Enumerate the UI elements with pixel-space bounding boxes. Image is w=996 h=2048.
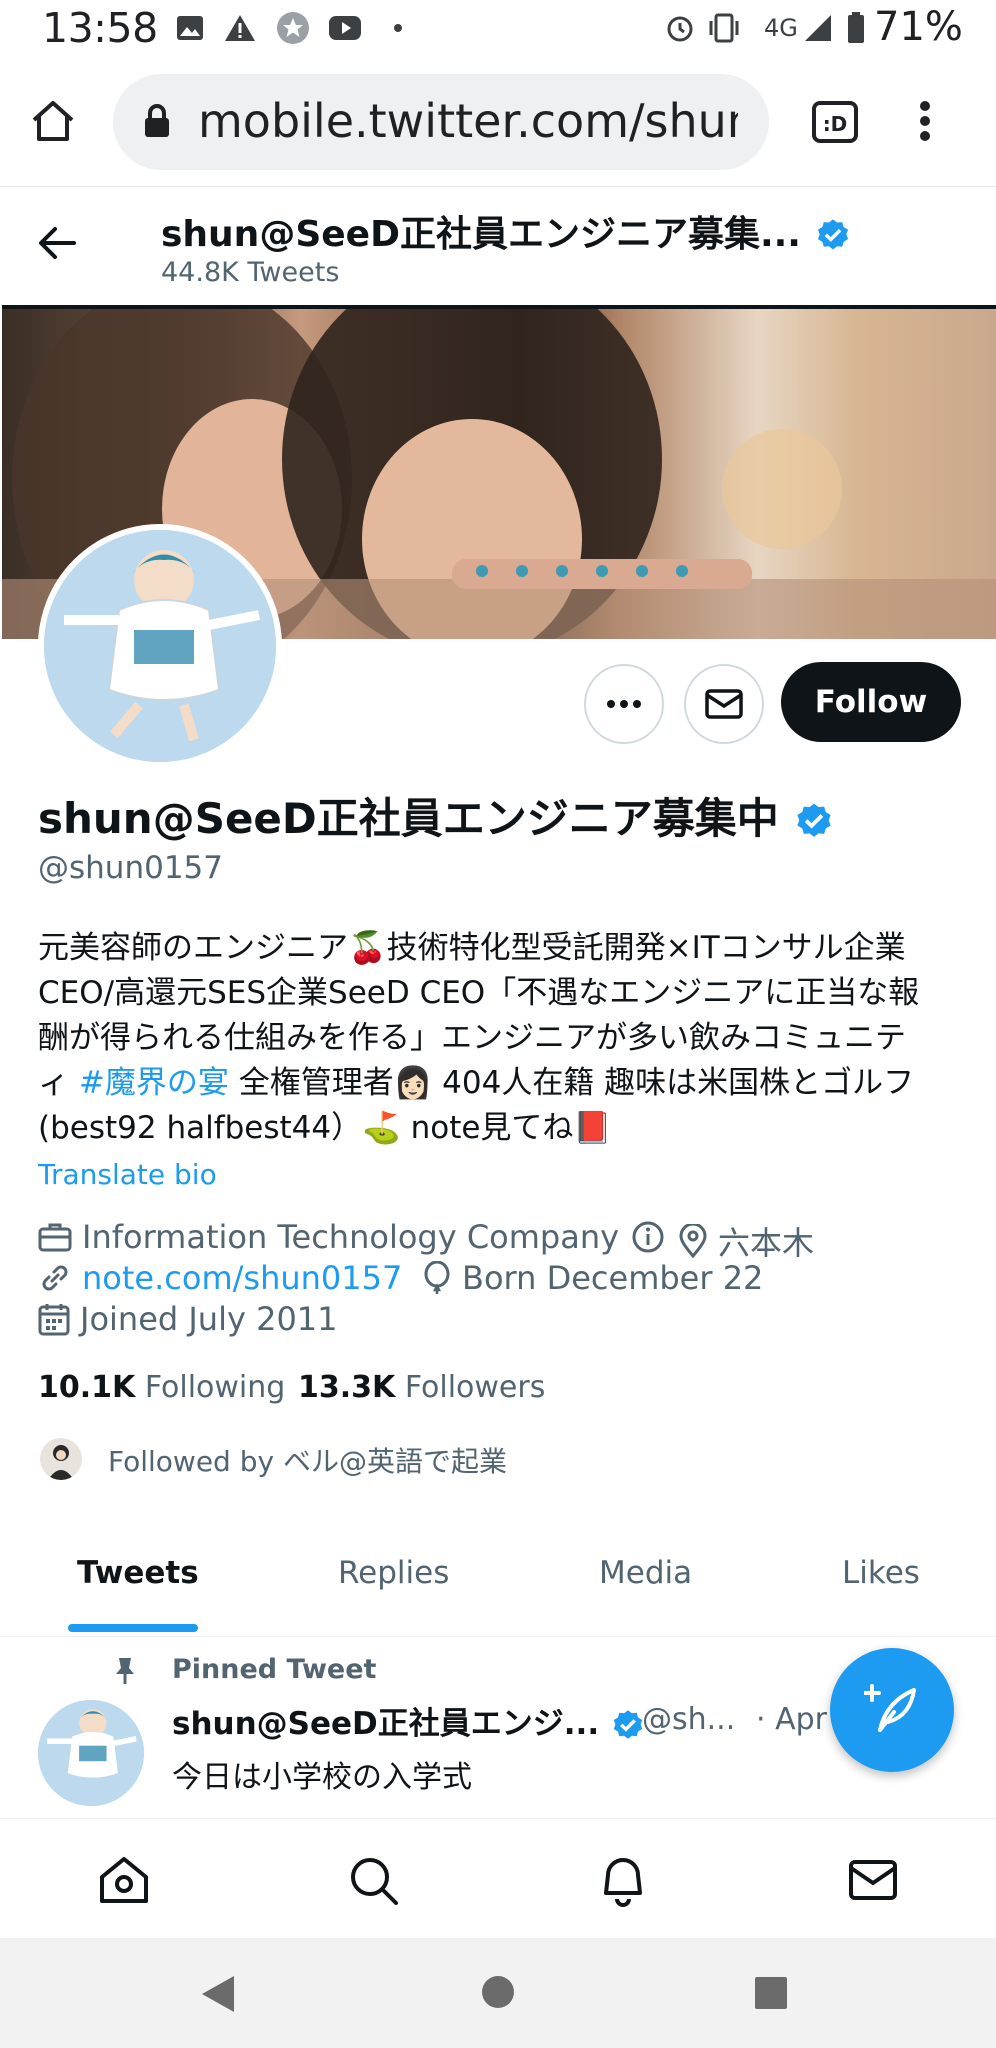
following-label: Following [144, 1370, 286, 1405]
nav-search-icon[interactable] [348, 1855, 400, 1911]
profile-birthday: Born December 22 [422, 1259, 763, 1297]
location-pin-icon [679, 1224, 707, 1258]
feather-plus-icon [864, 1684, 916, 1732]
alarm-icon [662, 10, 698, 46]
star-badge-icon [275, 10, 311, 46]
status-time: 13:58 [42, 4, 158, 52]
bio-text: 全権管理者👩🏻 404人在籍 趣味は米国株とゴルフ [228, 1065, 915, 1101]
balloon-icon [424, 1261, 450, 1294]
status-bar: 13:58 4G 71% [0, 0, 996, 62]
bio-line: 元美容師のエンジニア🍒技術特化型受託開発×ITコンサル企業 [38, 930, 906, 966]
system-recents-icon[interactable] [754, 1976, 788, 2014]
bio-line: ィ #魔界の宴 全権管理者👩🏻 404人在籍 趣味は米国株とゴルフ [38, 1061, 968, 1106]
tweet-avatar[interactable] [38, 1700, 144, 1806]
dot-icon [380, 10, 416, 46]
profile-avatar[interactable] [38, 524, 282, 768]
bio-line: (best92 halfbest44）⛳ note見てね📕 [38, 1110, 613, 1146]
followers-stat[interactable]: 13.3K Followers [298, 1370, 545, 1405]
message-button[interactable] [684, 664, 764, 744]
more-menu-icon[interactable] [918, 98, 932, 148]
home-icon[interactable] [30, 98, 76, 148]
bio-text: ィ [38, 1065, 79, 1101]
nav-messages-icon[interactable] [848, 1859, 898, 1905]
back-arrow-icon[interactable] [38, 226, 78, 264]
bottom-nav [0, 1818, 996, 1937]
header-name: shun@SeeD正社員エンジニア募集... [161, 214, 801, 255]
warning-icon [222, 10, 258, 46]
profile-category: Information Technology Company [38, 1218, 675, 1256]
profile-handle: @shun0157 [38, 850, 223, 886]
signal-icon [800, 10, 836, 46]
nav-notifications-icon[interactable] [598, 1853, 648, 1911]
mail-icon [705, 689, 743, 719]
tab-divider [0, 1636, 996, 1637]
follow-button[interactable]: Follow [781, 662, 961, 742]
nav-home-icon[interactable] [98, 1855, 150, 1909]
browser-toolbar: mobile.twitter.com/shun0157 :D [0, 62, 996, 187]
header-title: shun@SeeD正社員エンジニア募集... [161, 205, 852, 257]
tweet-count: 44.8K Tweets [161, 257, 340, 288]
briefcase-icon [38, 1223, 72, 1252]
tab-tweets[interactable]: Tweets [77, 1555, 199, 1591]
following-stat[interactable]: 10.1K Following [38, 1370, 285, 1405]
pinned-tweet-label: Pinned Tweet [172, 1654, 377, 1685]
hashtag-link[interactable]: #魔界の宴 [79, 1065, 229, 1101]
profile-bio: 元美容師のエンジニア🍒技術特化型受託開発×ITコンサル企業 CEO/高還元SES… [38, 926, 968, 1151]
url-text: mobile.twitter.com/shun0157 [198, 94, 738, 148]
translate-bio-link[interactable]: Translate bio [38, 1158, 217, 1191]
calendar-icon [38, 1304, 70, 1336]
bio-line: CEO/高還元SES企業SeeD CEO「不遇なエンジニアに正当な報 [38, 975, 920, 1011]
link-icon [42, 1265, 68, 1291]
tweet-author-handle: @sh... [642, 1702, 736, 1737]
tweet-date: · Apr [756, 1702, 827, 1737]
compose-tweet-button[interactable] [830, 1648, 954, 1772]
tweet-author-row: shun@SeeD正社員エンジ... [172, 1698, 646, 1744]
more-horizontal-icon [607, 700, 641, 708]
tabs-icon[interactable]: :D [811, 100, 859, 148]
profile-name-row: shun@SeeD正社員エンジニア募集中 [38, 785, 835, 846]
tab-media[interactable]: Media [599, 1555, 692, 1591]
tab-likes[interactable]: Likes [842, 1555, 920, 1591]
followed-by-text[interactable]: Followed by ベル@英語で起業 [108, 1440, 507, 1480]
profile-website[interactable]: note.com/shun0157 [38, 1259, 402, 1297]
battery-percent: 71% [874, 4, 963, 50]
followers-label: Followers [404, 1370, 546, 1405]
svg-text::D: :D [823, 112, 848, 136]
tweet-text: 今日は小学校の入学式 [172, 1760, 472, 1795]
tab-replies[interactable]: Replies [338, 1555, 449, 1591]
tweet-author-name[interactable]: shun@SeeD正社員エンジ... [172, 1706, 599, 1742]
info-icon[interactable] [631, 1220, 665, 1254]
verified-badge-icon [613, 1709, 643, 1739]
system-back-icon[interactable] [200, 1974, 236, 2018]
follower-avatar[interactable] [40, 1438, 82, 1480]
profile-joined: Joined July 2011 [38, 1300, 338, 1338]
network-type: 4G [764, 14, 798, 42]
lock-icon [143, 104, 171, 142]
system-home-icon[interactable] [480, 1974, 516, 2014]
profile-name: shun@SeeD正社員エンジニア募集中 [38, 794, 779, 843]
followers-count: 13.3K [298, 1370, 396, 1405]
battery-icon [838, 10, 874, 46]
verified-badge-icon [797, 803, 832, 837]
verified-badge-icon [817, 219, 848, 250]
youtube-icon [327, 10, 363, 46]
more-options-button[interactable] [584, 664, 664, 744]
url-bar[interactable]: mobile.twitter.com/shun0157 [113, 74, 769, 170]
active-tab-indicator [68, 1624, 198, 1632]
profile-location: 六本木 [678, 1218, 814, 1264]
following-count: 10.1K [38, 1370, 136, 1405]
bio-line: 酬が得られる仕組みを作る」エンジニアが多い飲みコミュニテ [38, 1020, 906, 1056]
vibrate-icon [706, 10, 742, 46]
system-navigation-bar [0, 1938, 996, 2048]
pin-icon [112, 1656, 138, 1690]
gallery-icon [172, 10, 208, 46]
